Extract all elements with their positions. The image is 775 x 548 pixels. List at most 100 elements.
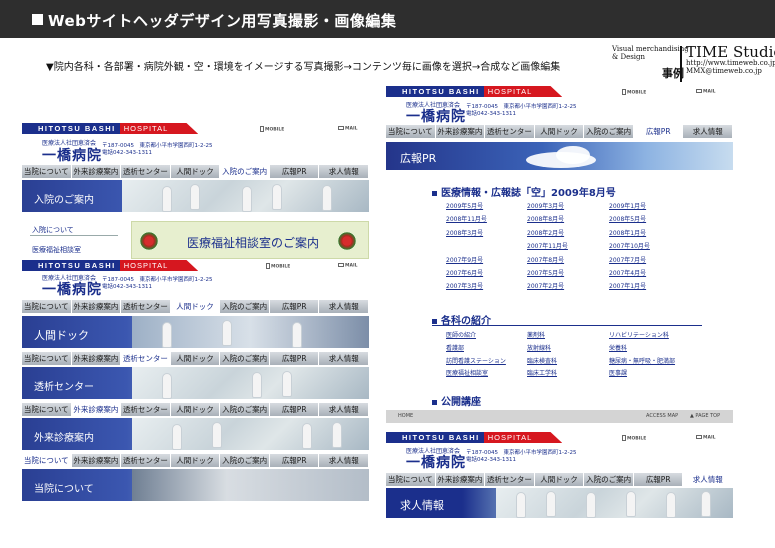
department-link[interactable]: 医事課 xyxy=(609,368,627,377)
mail-link[interactable]: MAIL xyxy=(696,89,716,95)
department-link[interactable]: リハビリテーション科 xyxy=(609,330,669,339)
department-link[interactable]: 糖尿病・無呼吸・肥満部 xyxy=(609,356,675,365)
link-admission-info[interactable]: 入院について xyxy=(32,225,74,235)
link-social-work[interactable]: 医療福祉相談室 xyxy=(32,245,81,255)
nav-item-dialysis[interactable]: 透析センター xyxy=(485,473,535,486)
nav-item-dock[interactable]: 人間ドック xyxy=(534,125,585,138)
issue-link[interactable]: 2008年8月号 xyxy=(527,214,564,223)
nav-item-dialysis[interactable]: 透析センター xyxy=(121,454,171,467)
department-link[interactable]: 臨床検査科 xyxy=(527,356,557,365)
issue-link[interactable]: 2007年6月号 xyxy=(446,268,483,277)
nav-item-outpatient[interactable]: 外来診療案内 xyxy=(435,473,486,486)
brand-mail[interactable]: MMX@timeweb.co.jp xyxy=(686,67,762,75)
mail-link[interactable]: MAIL xyxy=(696,435,716,441)
department-link[interactable]: 薬剤科 xyxy=(527,330,545,339)
nav-item-admission[interactable]: 入院のご案内 xyxy=(220,352,270,365)
nav-item-about[interactable]: 当院について xyxy=(22,300,72,313)
nav-item-dock[interactable]: 人間ドック xyxy=(170,165,221,178)
nav-item-about[interactable]: 当院について xyxy=(22,165,72,178)
issue-link[interactable]: 2009年3月号 xyxy=(527,201,564,210)
nav-item-outpatient[interactable]: 外来診療案内 xyxy=(71,454,122,467)
nav-item-outpatient[interactable]: 外来診療案内 xyxy=(71,403,122,416)
issue-link[interactable]: 2009年5月号 xyxy=(446,201,483,210)
nav-item-jobs[interactable]: 求人情報 xyxy=(683,125,734,138)
nav-item-about[interactable]: 当院について xyxy=(386,125,436,138)
nav-item-dialysis[interactable]: 透析センター xyxy=(485,125,535,138)
issue-link[interactable]: 2008年5月号 xyxy=(609,214,646,223)
issue-link[interactable]: 2008年3月号 xyxy=(446,228,483,237)
nav-item-admission[interactable]: 入院のご案内 xyxy=(220,165,270,178)
department-link[interactable]: 栄養科 xyxy=(609,343,627,352)
mobile-link[interactable]: MOBILE xyxy=(622,435,646,442)
issue-link[interactable]: 2007年1月号 xyxy=(609,281,646,290)
nav-item-jobs[interactable]: 求人情報 xyxy=(683,473,734,486)
mail-link[interactable]: MAIL xyxy=(338,126,358,132)
nav-item-dock[interactable]: 人間ドック xyxy=(170,403,221,416)
nav-item-jobs[interactable]: 求人情報 xyxy=(319,352,370,365)
nav-item-pr[interactable]: 広報PR xyxy=(633,125,684,138)
square-icon xyxy=(32,14,43,25)
footer-access[interactable]: ACCESS MAP xyxy=(646,413,678,419)
nav-item-jobs[interactable]: 求人情報 xyxy=(319,165,370,178)
mail-link[interactable]: MAIL xyxy=(338,263,358,269)
department-link[interactable]: 放射線科 xyxy=(527,343,551,352)
issue-link[interactable]: 2008年11月号 xyxy=(446,214,487,223)
nav-item-dialysis[interactable]: 透析センター xyxy=(121,300,171,313)
nav-item-admission[interactable]: 入院のご案内 xyxy=(220,454,270,467)
mobile-link[interactable]: MOBILE xyxy=(260,126,284,133)
footer-pagetop[interactable]: ▲ PAGE TOP xyxy=(690,413,720,419)
nav-item-about[interactable]: 当院について xyxy=(386,473,436,486)
nav-item-pr[interactable]: 広報PR xyxy=(269,403,320,416)
nav-item-dock[interactable]: 人間ドック xyxy=(170,454,221,467)
issue-link[interactable]: 2007年10月号 xyxy=(609,241,650,250)
issue-link[interactable]: 2008年2月号 xyxy=(527,228,564,237)
nav-item-dialysis[interactable]: 透析センター xyxy=(121,352,171,365)
nav-item-admission[interactable]: 入院のご案内 xyxy=(584,473,634,486)
nav-item-dialysis[interactable]: 透析センター xyxy=(121,165,171,178)
nav-item-pr[interactable]: 広報PR xyxy=(633,473,684,486)
nav-item-pr[interactable]: 広報PR xyxy=(269,454,320,467)
hospital-address: 〒187-0045 東京都小平市学園西町1-2-25 電話042-343-1311 xyxy=(466,450,577,463)
logo-hitotsu-bashi: HITOTSU BASHI xyxy=(386,86,484,97)
nav-item-outpatient[interactable]: 外来診療案内 xyxy=(71,300,122,313)
nav-item-dialysis[interactable]: 透析センター xyxy=(121,403,171,416)
nav-item-pr[interactable]: 広報PR xyxy=(269,165,320,178)
nav-item-admission[interactable]: 入院のご案内 xyxy=(584,125,634,138)
nav-item-dock[interactable]: 人間ドック xyxy=(170,352,221,365)
nav-item-admission[interactable]: 入院のご案内 xyxy=(220,403,270,416)
nav-item-admission[interactable]: 入院のご案内 xyxy=(220,300,270,313)
nav-item-about[interactable]: 当院について xyxy=(22,454,72,467)
footer-home[interactable]: HOME xyxy=(398,413,413,419)
social-work-banner[interactable]: 医療福祉相談室のご案内 xyxy=(131,221,369,259)
nav-item-jobs[interactable]: 求人情報 xyxy=(319,300,370,313)
issue-link[interactable]: 2008年1月号 xyxy=(609,228,646,237)
issue-link[interactable]: 2007年11月号 xyxy=(527,241,568,250)
department-link[interactable]: 医療福祉相談室 xyxy=(446,368,488,377)
department-link[interactable]: 看護部 xyxy=(446,343,464,352)
nav-item-jobs[interactable]: 求人情報 xyxy=(319,403,370,416)
mobile-link[interactable]: MOBILE xyxy=(622,89,646,96)
mobile-icon xyxy=(266,263,270,269)
nav-item-outpatient[interactable]: 外来診療案内 xyxy=(71,352,122,365)
issue-link[interactable]: 2007年9月号 xyxy=(446,255,483,264)
issue-link[interactable]: 2007年2月号 xyxy=(527,281,564,290)
department-link[interactable]: 臨床工学科 xyxy=(527,368,557,377)
issue-link[interactable]: 2007年3月号 xyxy=(446,281,483,290)
nav-item-dock[interactable]: 人間ドック xyxy=(534,473,585,486)
department-link[interactable]: 訪問看護ステーション xyxy=(446,356,506,365)
nav-item-about[interactable]: 当院について xyxy=(22,352,72,365)
issue-link[interactable]: 2007年5月号 xyxy=(527,268,564,277)
nav-item-dock[interactable]: 人間ドック xyxy=(170,300,221,313)
nav-item-outpatient[interactable]: 外来診療案内 xyxy=(435,125,486,138)
department-link[interactable]: 医師の紹介 xyxy=(446,330,476,339)
issue-link[interactable]: 2009年1月号 xyxy=(609,201,646,210)
issue-link[interactable]: 2007年7月号 xyxy=(609,255,646,264)
nav-item-about[interactable]: 当院について xyxy=(22,403,72,416)
issue-link[interactable]: 2007年4月号 xyxy=(609,268,646,277)
nav-item-pr[interactable]: 広報PR xyxy=(269,352,320,365)
nav-item-outpatient[interactable]: 外来診療案内 xyxy=(71,165,122,178)
nav-item-jobs[interactable]: 求人情報 xyxy=(319,454,370,467)
mobile-link[interactable]: MOBILE xyxy=(266,263,290,270)
issue-link[interactable]: 2007年8月号 xyxy=(527,255,564,264)
nav-item-pr[interactable]: 広報PR xyxy=(269,300,320,313)
